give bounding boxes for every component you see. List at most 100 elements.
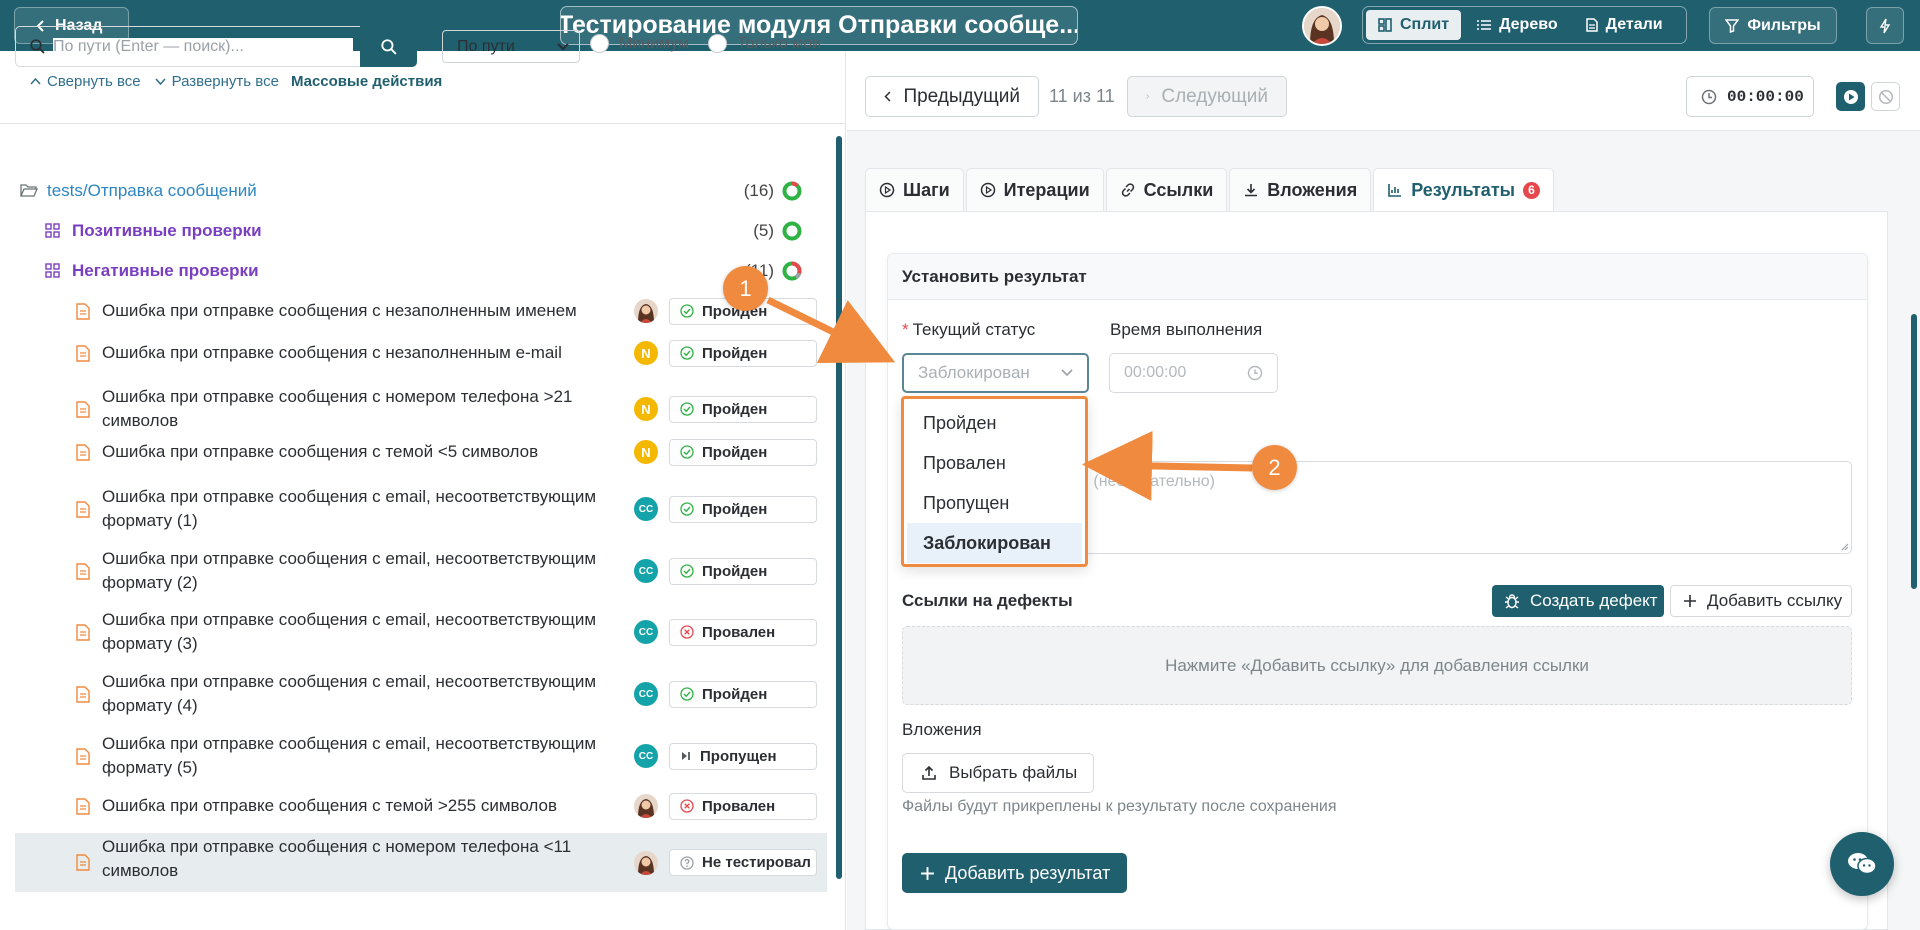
- minimum-checkbox[interactable]: Минимум: [590, 34, 689, 53]
- set-result-header: Установить результат: [888, 254, 1867, 300]
- test-case-icon: [76, 685, 90, 703]
- expand-all-label: Развернуть все: [171, 73, 279, 90]
- choose-files-button[interactable]: Выбрать файлы: [902, 753, 1094, 793]
- assignee-avatar: [634, 794, 658, 818]
- assignee-avatar: CC: [634, 744, 658, 768]
- case-status-badge[interactable]: Пропущен: [669, 742, 817, 770]
- view-tab-details[interactable]: Детали: [1574, 10, 1675, 40]
- avatar-image: [1304, 8, 1340, 44]
- tab-results[interactable]: Результаты 6: [1373, 168, 1555, 211]
- tab-iterations[interactable]: Итерации: [965, 168, 1104, 211]
- add-result-button[interactable]: Добавить результат: [902, 853, 1127, 893]
- support-chat-button[interactable]: [1830, 832, 1894, 896]
- progress-ring: [782, 261, 802, 281]
- status-select[interactable]: Заблокирован: [902, 353, 1089, 393]
- checkbox-box[interactable]: [590, 34, 609, 53]
- tab-attachments[interactable]: Вложения: [1229, 168, 1372, 211]
- case-status-badge[interactable]: Пройден: [669, 438, 817, 466]
- case-row[interactable]: Ошибка при отправке сообщения с email, н…: [0, 545, 830, 597]
- details-scrollbar[interactable]: [1911, 314, 1917, 589]
- case-status-badge[interactable]: Пройден: [669, 495, 817, 523]
- case-status-badge[interactable]: Не тестировал: [669, 849, 817, 876]
- tree-group-positive[interactable]: Позитивные проверки (5): [0, 218, 830, 244]
- case-row[interactable]: Ошибка при отправке сообщения с незаполн…: [0, 297, 830, 325]
- progress-ring: [782, 221, 802, 241]
- add-link-button[interactable]: Добавить ссылку: [1670, 585, 1852, 617]
- search-mode-value: По пути: [457, 37, 515, 55]
- case-row[interactable]: Ошибка при отправке сообщения с email, н…: [0, 606, 830, 658]
- chevron-down-icon: [557, 42, 569, 50]
- case-status-label: Провален: [702, 623, 776, 641]
- play-icon: [1843, 89, 1858, 104]
- collapse-all-link[interactable]: Свернуть все: [30, 73, 141, 90]
- case-row[interactable]: Ошибка при отправке сообщения с номером …: [0, 383, 830, 435]
- tab-links[interactable]: Ссылки: [1105, 168, 1228, 211]
- case-row[interactable]: Ошибка при отправке сообщения с незаполн…: [0, 339, 830, 367]
- case-status-badge[interactable]: Провален: [669, 618, 817, 646]
- case-row[interactable]: Ошибка при отправке сообщения с email, н…: [0, 730, 830, 782]
- document-icon: [1585, 18, 1598, 32]
- case-status-badge[interactable]: Провален: [669, 792, 817, 820]
- filters-button[interactable]: Фильтры: [1709, 7, 1837, 44]
- split-icon: [1378, 18, 1392, 32]
- timer-play-button[interactable]: [1836, 82, 1865, 111]
- timer-display: 00:00:00: [1686, 76, 1814, 117]
- tree-root-row[interactable]: tests/Отправка сообщений (16): [0, 178, 830, 204]
- quick-actions-button[interactable]: [1866, 7, 1904, 44]
- timer-stop-button[interactable]: [1871, 82, 1900, 111]
- only-mine-checkbox[interactable]: Только мои: [708, 34, 821, 53]
- search-icon: [30, 39, 45, 54]
- tab-label: Вложения: [1267, 179, 1358, 200]
- status-option-passed[interactable]: Пройден: [907, 403, 1082, 443]
- case-status-badge[interactable]: Пройден: [669, 680, 817, 708]
- tab-label: Результаты: [1411, 179, 1516, 200]
- case-row[interactable]: Ошибка при отправке сообщения с номером …: [15, 833, 827, 892]
- case-status-label: Пропущен: [700, 747, 777, 765]
- case-status-label: Пройден: [702, 562, 768, 580]
- case-title: Ошибка при отправке сообщения с email, н…: [102, 610, 597, 653]
- status-option-skipped[interactable]: Пропущен: [907, 483, 1082, 523]
- tab-steps[interactable]: Шаги: [865, 168, 964, 211]
- tree-scrollbar[interactable]: [836, 136, 842, 879]
- chevron-down-icon: [155, 78, 166, 85]
- assignee-avatar: CC: [634, 497, 658, 521]
- next-button[interactable]: Следующий: [1127, 76, 1287, 117]
- question-circle-icon: [680, 855, 694, 870]
- assignee-avatar: CC: [634, 559, 658, 583]
- case-row[interactable]: Ошибка при отправке сообщения с email, н…: [0, 668, 830, 720]
- case-status-badge[interactable]: Пройден: [669, 395, 817, 423]
- resize-handle-icon[interactable]: [1839, 541, 1849, 551]
- search-field[interactable]: [15, 26, 362, 67]
- case-status-label: Пройден: [702, 400, 768, 418]
- search-button[interactable]: [360, 26, 417, 67]
- case-row[interactable]: Ошибка при отправке сообщения с темой >2…: [0, 792, 830, 820]
- status-option-failed[interactable]: Провален: [907, 443, 1082, 483]
- test-case-icon: [76, 562, 90, 580]
- details-tabs: Шаги Итерации Ссылки Вложения Результаты…: [865, 168, 1556, 211]
- search-icon: [380, 38, 397, 55]
- view-tab-tree[interactable]: Дерево: [1465, 10, 1570, 40]
- case-title: Ошибка при отправке сообщения с темой >2…: [102, 796, 558, 815]
- mass-actions-link[interactable]: Массовые действия: [291, 73, 442, 90]
- test-case-icon: [76, 623, 90, 641]
- tree-group-negative[interactable]: Негативные проверки (11): [0, 258, 830, 284]
- checkbox-box[interactable]: [708, 34, 727, 53]
- case-status-badge[interactable]: Пройден: [669, 557, 817, 585]
- search-mode-select[interactable]: По пути: [442, 30, 580, 63]
- next-label: Следующий: [1161, 85, 1268, 107]
- status-option-blocked[interactable]: Заблокирован: [907, 523, 1082, 563]
- execution-time-input[interactable]: 00:00:00: [1109, 353, 1278, 393]
- case-status-badge[interactable]: Пройден: [669, 339, 817, 367]
- case-title: Ошибка при отправке сообщения с незаполн…: [102, 343, 562, 362]
- expand-all-link[interactable]: Развернуть все: [155, 73, 279, 90]
- create-defect-button[interactable]: Создать дефект: [1492, 585, 1664, 617]
- view-tab-split[interactable]: Сплит: [1366, 10, 1462, 40]
- filters-label: Фильтры: [1747, 16, 1821, 34]
- user-avatar[interactable]: [1302, 6, 1342, 46]
- test-case-icon: [76, 797, 90, 815]
- case-row[interactable]: Ошибка при отправке сообщения с email, н…: [0, 483, 830, 535]
- case-row[interactable]: Ошибка при отправке сообщения с темой <5…: [0, 438, 830, 466]
- search-input[interactable]: [53, 37, 353, 56]
- timer-value: 00:00:00: [1727, 87, 1804, 106]
- previous-button[interactable]: Предыдущий: [865, 76, 1039, 117]
